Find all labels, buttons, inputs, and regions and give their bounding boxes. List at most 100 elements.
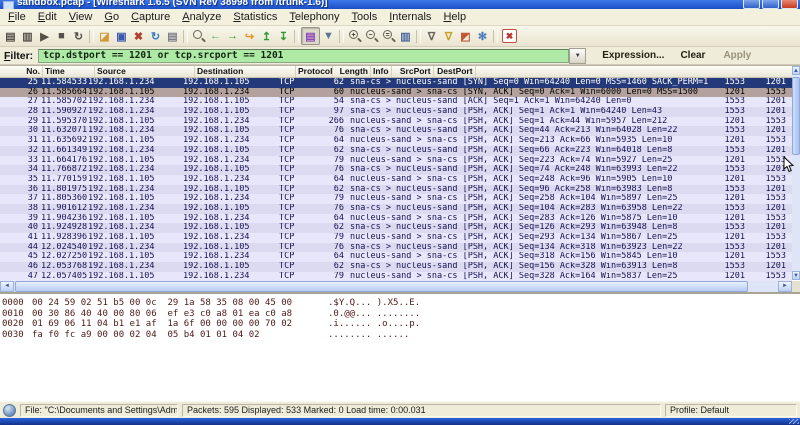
menu-item[interactable]: Tools <box>346 10 384 24</box>
packet-row[interactable]: 38 11.901612 192.168.1.234 192.168.1.105… <box>0 204 792 214</box>
menu-item[interactable]: Help <box>437 10 472 24</box>
go-to-last-icon[interactable]: ↧ <box>275 28 292 44</box>
scroll-up-button[interactable]: ▲ <box>792 66 800 75</box>
packet-row[interactable]: 32 11.661349 192.168.1.234 192.168.1.105… <box>0 146 792 156</box>
go-to-first-icon[interactable]: ↥ <box>258 28 275 44</box>
zoom-100-icon[interactable]: = <box>380 28 397 44</box>
vertical-scrollbar[interactable]: ▲ ▼ <box>792 66 800 280</box>
expert-info-icon[interactable] <box>3 404 16 417</box>
packet-row[interactable]: 30 11.632071 192.168.1.234 192.168.1.105… <box>0 126 792 136</box>
preferences-icon[interactable]: ✻ <box>474 28 491 44</box>
reload-icon[interactable]: ↻ <box>147 28 164 44</box>
filter-input[interactable]: tcp.dstport == 1201 or tcp.srcport == 12… <box>38 49 569 63</box>
packet-no: 35 <box>0 175 41 185</box>
help-icon[interactable]: ✖ <box>502 29 517 43</box>
menu-item[interactable]: Go <box>98 10 125 24</box>
column-header-info[interactable]: Info <box>371 66 392 77</box>
packet-row[interactable]: 41 11.928396 192.168.1.105 192.168.1.234… <box>0 233 792 243</box>
toolbar-separator[interactable] <box>493 30 498 43</box>
packet-info: sna-cs > nucleus-sand [PSH, ACK] Seq=134… <box>348 243 708 253</box>
menu-item[interactable]: Capture <box>125 10 176 24</box>
restore-button[interactable] <box>762 0 779 9</box>
packet-row[interactable]: 33 11.664176 192.168.1.105 192.168.1.234… <box>0 156 792 166</box>
open-file-icon[interactable]: ◪ <box>96 28 113 44</box>
menu-item[interactable]: File <box>2 10 32 24</box>
packet-row[interactable]: 44 12.024540 192.168.1.234 192.168.1.105… <box>0 243 792 253</box>
column-header-destination[interactable]: Destination <box>195 66 296 77</box>
packet-row[interactable]: 31 11.635692 192.168.1.105 192.168.1.234… <box>0 136 792 146</box>
packet-row[interactable]: 47 12.057405 192.168.1.105 192.168.1.234… <box>0 272 792 282</box>
menu-item[interactable]: View <box>63 10 99 24</box>
title-bar[interactable]: sandbox.pcap - [Wireshark 1.6.5 (SVN Rev… <box>0 0 800 9</box>
scroll-left-button[interactable]: ◄ <box>0 281 14 292</box>
close-file-icon[interactable]: ✖ <box>130 28 147 44</box>
packet-bytes-pane[interactable]: 0000 00 24 59 02 51 b5 00 0c 29 1a 58 35… <box>0 292 800 401</box>
horizontal-scroll-thumb[interactable] <box>15 281 748 292</box>
resize-grip[interactable] <box>789 419 799 424</box>
packet-info: nucleus-sand > sna-cs [PSH, ACK] Seq=318… <box>348 252 708 262</box>
packet-row[interactable]: 37 11.805360 192.168.1.105 192.168.1.234… <box>0 194 792 204</box>
packet-row[interactable]: 40 11.924928 192.168.1.234 192.168.1.105… <box>0 223 792 233</box>
horizontal-scrollbar[interactable]: ◄ ► <box>0 281 792 292</box>
display-filter-icon[interactable]: ∇ <box>440 28 457 44</box>
packet-row[interactable]: 39 11.904236 192.168.1.105 192.168.1.234… <box>0 214 792 224</box>
menu-item[interactable]: Edit <box>32 10 63 24</box>
toolbar-separator[interactable] <box>416 30 421 43</box>
toolbar-separator[interactable] <box>294 30 299 43</box>
zoom-out-icon[interactable]: − <box>363 28 380 44</box>
packet-row[interactable]: 35 11.770159 192.168.1.105 192.168.1.234… <box>0 175 792 185</box>
print-icon[interactable]: ▤ <box>164 28 181 44</box>
column-header-source[interactable]: Source <box>95 66 195 77</box>
go-to-packet-icon[interactable]: ↪ <box>241 28 258 44</box>
capture-options-icon[interactable]: ▥ <box>19 28 36 44</box>
column-header-no[interactable]: No. <box>0 66 43 77</box>
expression-button[interactable]: Expression... <box>602 50 664 61</box>
toolbar-separator[interactable] <box>89 30 94 43</box>
scroll-down-button[interactable]: ▼ <box>792 271 800 280</box>
interface-list-icon[interactable]: ▤ <box>2 28 19 44</box>
zoom-in-icon[interactable]: + <box>346 28 363 44</box>
filter-dropdown-icon[interactable]: ▼ <box>569 48 586 64</box>
capture-stop-icon[interactable]: ■ <box>53 28 70 44</box>
close-button[interactable] <box>781 0 798 9</box>
capture-filter-icon[interactable]: ∇ <box>423 28 440 44</box>
packet-row[interactable]: 45 12.027250 192.168.1.105 192.168.1.234… <box>0 252 792 262</box>
find-packet-icon[interactable] <box>190 28 207 44</box>
autoscroll-toggle-icon[interactable]: ▼ <box>320 28 337 44</box>
packet-row[interactable]: 26 11.585664 192.168.1.105 192.168.1.234… <box>0 88 792 98</box>
resize-columns-icon[interactable]: ▥ <box>397 28 414 44</box>
menu-item[interactable]: Statistics <box>227 10 283 24</box>
packet-no: 41 <box>0 233 41 243</box>
packet-row[interactable]: 25 11.584533 192.168.1.234 192.168.1.105… <box>0 78 792 88</box>
capture-restart-icon[interactable]: ↻ <box>70 28 87 44</box>
column-header-length[interactable]: Length <box>333 66 371 77</box>
colorize-toggle-icon[interactable]: ▤ <box>301 27 320 45</box>
packet-row[interactable]: 28 11.590927 192.168.1.234 192.168.1.105… <box>0 107 792 117</box>
go-back-icon[interactable]: ← <box>207 28 224 44</box>
column-header-protocol[interactable]: Protocol <box>296 66 333 77</box>
toolbar-separator[interactable] <box>339 30 344 43</box>
minimize-button[interactable] <box>743 0 760 9</box>
column-header-srcport[interactable]: SrcPort <box>392 66 434 77</box>
column-header-time[interactable]: Time <box>43 66 95 77</box>
packet-row[interactable]: 29 11.595370 192.168.1.105 192.168.1.234… <box>0 117 792 127</box>
go-forward-icon[interactable]: → <box>224 28 241 44</box>
vertical-scroll-thumb[interactable] <box>792 77 800 155</box>
packet-row[interactable]: 34 11.766872 192.168.1.234 192.168.1.105… <box>0 165 792 175</box>
horizontal-scroll-track[interactable] <box>14 281 778 292</box>
packet-source: 192.168.1.234 <box>88 107 183 117</box>
toolbar-separator[interactable] <box>183 30 188 43</box>
apply-button[interactable]: Apply <box>723 50 751 61</box>
clear-button[interactable]: Clear <box>680 50 705 61</box>
column-header-destport[interactable]: DestPort <box>434 66 476 77</box>
packet-row[interactable]: 46 12.053768 192.168.1.234 192.168.1.105… <box>0 262 792 272</box>
capture-start-icon[interactable]: ▶ <box>36 28 53 44</box>
menu-item[interactable]: Telephony <box>283 10 345 24</box>
save-file-icon[interactable]: ▣ <box>113 28 130 44</box>
scroll-right-button[interactable]: ► <box>778 281 792 292</box>
packet-row[interactable]: 27 11.585702 192.168.1.234 192.168.1.105… <box>0 97 792 107</box>
menu-item[interactable]: Analyze <box>176 10 227 24</box>
packet-row[interactable]: 36 11.801975 192.168.1.234 192.168.1.105… <box>0 185 792 195</box>
menu-item[interactable]: Internals <box>383 10 437 24</box>
coloring-rules-icon[interactable]: ◩ <box>457 28 474 44</box>
